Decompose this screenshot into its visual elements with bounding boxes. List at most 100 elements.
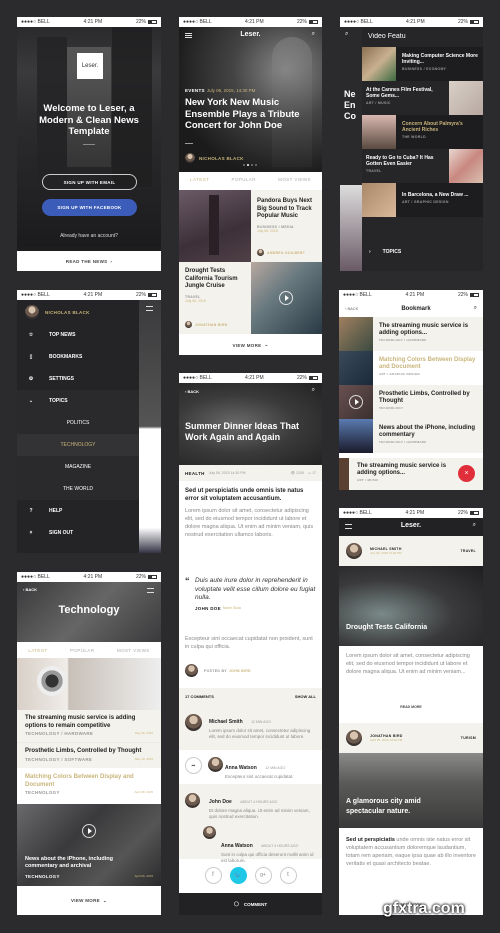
bookmark-item[interactable]: Prosthetic Limbs, Controlled by Thought T…: [339, 385, 483, 419]
tab-popular[interactable]: POPULAR: [232, 177, 256, 182]
battery: 22%: [136, 19, 157, 25]
view-more-button[interactable]: VIEW MORE ⌄: [17, 886, 161, 915]
read-more-button[interactable]: READ MORE: [339, 705, 483, 709]
search-result[interactable]: Making Computer Science More Inviting...…: [362, 47, 483, 81]
submenu-politics[interactable]: POLITICS: [17, 412, 139, 434]
tumblr-share-button[interactable]: t: [279, 866, 297, 884]
show-all-button[interactable]: SHOW ALL: [295, 694, 316, 699]
topics-link[interactable]: › TOPICS: [362, 249, 401, 255]
article-item[interactable]: Prosthetic Limbs, Controlled by Thought …: [17, 742, 161, 768]
commenter-name[interactable]: Anna Watson: [225, 765, 257, 771]
menu-item-bookmarks[interactable]: ▯ BOOKMARKS: [17, 346, 139, 368]
delete-button[interactable]: ×: [458, 465, 475, 482]
home-tabs: LATEST POPULAR MOST VIEWS: [179, 172, 322, 186]
search-icon[interactable]: ⌕: [345, 31, 348, 38]
submenu-the-world[interactable]: THE WORLD: [17, 478, 139, 500]
post-tag[interactable]: TURISM: [461, 736, 476, 740]
news-card[interactable]: Drought Tests California Tourism Jungle …: [179, 262, 251, 334]
menu-icon[interactable]: [146, 306, 153, 311]
submenu-magazine[interactable]: MAGAZINE: [17, 456, 139, 478]
user-avatar[interactable]: [25, 305, 39, 319]
menu-icon[interactable]: [147, 588, 154, 593]
card-image-video[interactable]: [251, 262, 322, 334]
article-category[interactable]: HEALTH: [185, 471, 205, 476]
commenter-name[interactable]: Anna Watson: [221, 843, 253, 849]
comment-time: 12 MIN AGO: [265, 766, 286, 770]
author-avatar[interactable]: [257, 249, 264, 256]
view-more-button[interactable]: VIEW MORE ⌄: [179, 335, 322, 355]
hero[interactable]: Leser. ⌕ EVENTS July 06, 2015, 14:30 PM …: [179, 27, 322, 172]
result-title: At the Cannes Film Festival, Some Gems..…: [366, 87, 433, 99]
play-icon[interactable]: [349, 395, 363, 409]
signup-facebook-button[interactable]: SIGN UP WITH FACEBOOK: [42, 199, 137, 216]
article-item[interactable]: Matching Colors Between Display and Docu…: [17, 768, 161, 804]
featured-image[interactable]: [17, 658, 161, 710]
play-icon[interactable]: [279, 291, 293, 305]
comment-button[interactable]: ◯ COMMENT: [179, 893, 322, 915]
submenu-technology[interactable]: TECHNOLOGY: [17, 434, 139, 456]
signup-email-button[interactable]: SIGN UP WITH EMAIL: [42, 174, 137, 190]
menu-item-help[interactable]: ? HELP: [17, 500, 139, 522]
back-button[interactable]: ‹ BACK: [345, 306, 358, 311]
twitter-share-button[interactable]: 🐦: [229, 866, 247, 884]
author-avatar[interactable]: [346, 543, 362, 559]
search-result[interactable]: Ready to Go to Cuba? It Has Gotten Even …: [362, 149, 483, 183]
post-image[interactable]: A glamorous city amid spectacular nature…: [339, 753, 483, 828]
commenter-name[interactable]: Michael Smith: [209, 719, 243, 725]
search-icon[interactable]: ⌕: [473, 522, 476, 529]
comment-count[interactable]: ▭ 17: [308, 471, 316, 475]
play-icon[interactable]: [82, 824, 96, 838]
author-name[interactable]: JONATHAN BIRD: [195, 323, 228, 327]
read-news-button[interactable]: READ THE NEWS ›: [17, 251, 161, 271]
commenter-name[interactable]: John Doe: [209, 799, 232, 805]
bookmark-item[interactable]: News about the iPhone, including comment…: [339, 419, 483, 453]
commenter-avatar[interactable]: [185, 714, 202, 731]
google-plus-share-button[interactable]: g+: [254, 866, 272, 884]
share-reply-button[interactable]: ➦: [185, 757, 202, 774]
author-avatar[interactable]: [346, 730, 362, 746]
feature-video-item[interactable]: News about the iPhone, including comment…: [17, 804, 161, 886]
bookmark-item[interactable]: Matching Colors Between Display and Docu…: [339, 351, 483, 385]
back-button[interactable]: ‹ BACK: [23, 587, 37, 592]
commenter-avatar[interactable]: [203, 826, 216, 839]
hero-title[interactable]: New York New Music Ensemble Plays a Trib…: [185, 97, 313, 132]
author-avatar[interactable]: [185, 321, 192, 328]
news-card[interactable]: Pandora Buys Next Big Sound to Track Pop…: [251, 190, 322, 262]
swiped-bookmark-item[interactable]: The streaming music service is adding op…: [339, 458, 483, 490]
author-avatar[interactable]: [185, 664, 198, 677]
search-result[interactable]: In Barcelona, a New Draw ... ART / GRAPH…: [362, 183, 483, 217]
posted-by-author[interactable]: JOHN BIRD: [229, 669, 251, 673]
author-avatar[interactable]: [185, 153, 195, 163]
post-tag[interactable]: TRAVEL: [460, 549, 476, 553]
tab-latest[interactable]: LATEST: [28, 648, 47, 653]
search-result[interactable]: At the Cannes Film Festival, Some Gems..…: [362, 81, 483, 115]
tab-most-views[interactable]: MOST VIEWS: [117, 648, 150, 653]
bookmark-item[interactable]: The streaming music service is adding op…: [339, 317, 483, 351]
author-name[interactable]: NICHOLAS BLACK: [199, 156, 244, 161]
commenter-avatar[interactable]: [185, 793, 200, 808]
commenter-avatar[interactable]: [208, 757, 223, 772]
card-image-bridge[interactable]: [179, 190, 251, 262]
facebook-share-button[interactable]: f: [204, 866, 222, 884]
login-link[interactable]: Already have an account?: [17, 233, 161, 239]
author-name[interactable]: ANDREA GUILBERT: [267, 251, 305, 255]
carousel-dots[interactable]: [243, 164, 257, 166]
search-input[interactable]: [368, 29, 478, 43]
menu-item-settings[interactable]: ⚙ SETTINGS: [17, 368, 139, 390]
menu-item-topics[interactable]: ⌄ TOPICS: [17, 390, 139, 412]
search-icon[interactable]: ⌕: [312, 31, 315, 38]
post-image[interactable]: Drought Tests California: [339, 566, 483, 646]
search-icon[interactable]: ⌕: [312, 387, 315, 394]
search-screen: ●●●●○ BELL4:21 PM22% ⌕ NeEnCo Making Com…: [340, 17, 483, 271]
tab-most-views[interactable]: MOST VIEWS: [278, 177, 311, 182]
back-button[interactable]: ‹ BACK: [185, 389, 199, 394]
search-icon[interactable]: ⌕: [474, 305, 477, 312]
search-result[interactable]: Concern About Palmyra's Ancient Riches T…: [362, 115, 483, 149]
menu-item-top-news[interactable]: ☆ TOP NEWS: [17, 324, 139, 346]
user-name[interactable]: NICHOLAS BLACK: [45, 310, 90, 315]
tab-latest[interactable]: LATEST: [190, 177, 209, 182]
result-category: THE WORLD: [402, 135, 426, 139]
article-item[interactable]: The streaming music service is adding op…: [17, 710, 161, 742]
tab-popular[interactable]: POPULAR: [70, 648, 94, 653]
menu-item-sign-out[interactable]: × SIGN OUT: [17, 522, 139, 544]
